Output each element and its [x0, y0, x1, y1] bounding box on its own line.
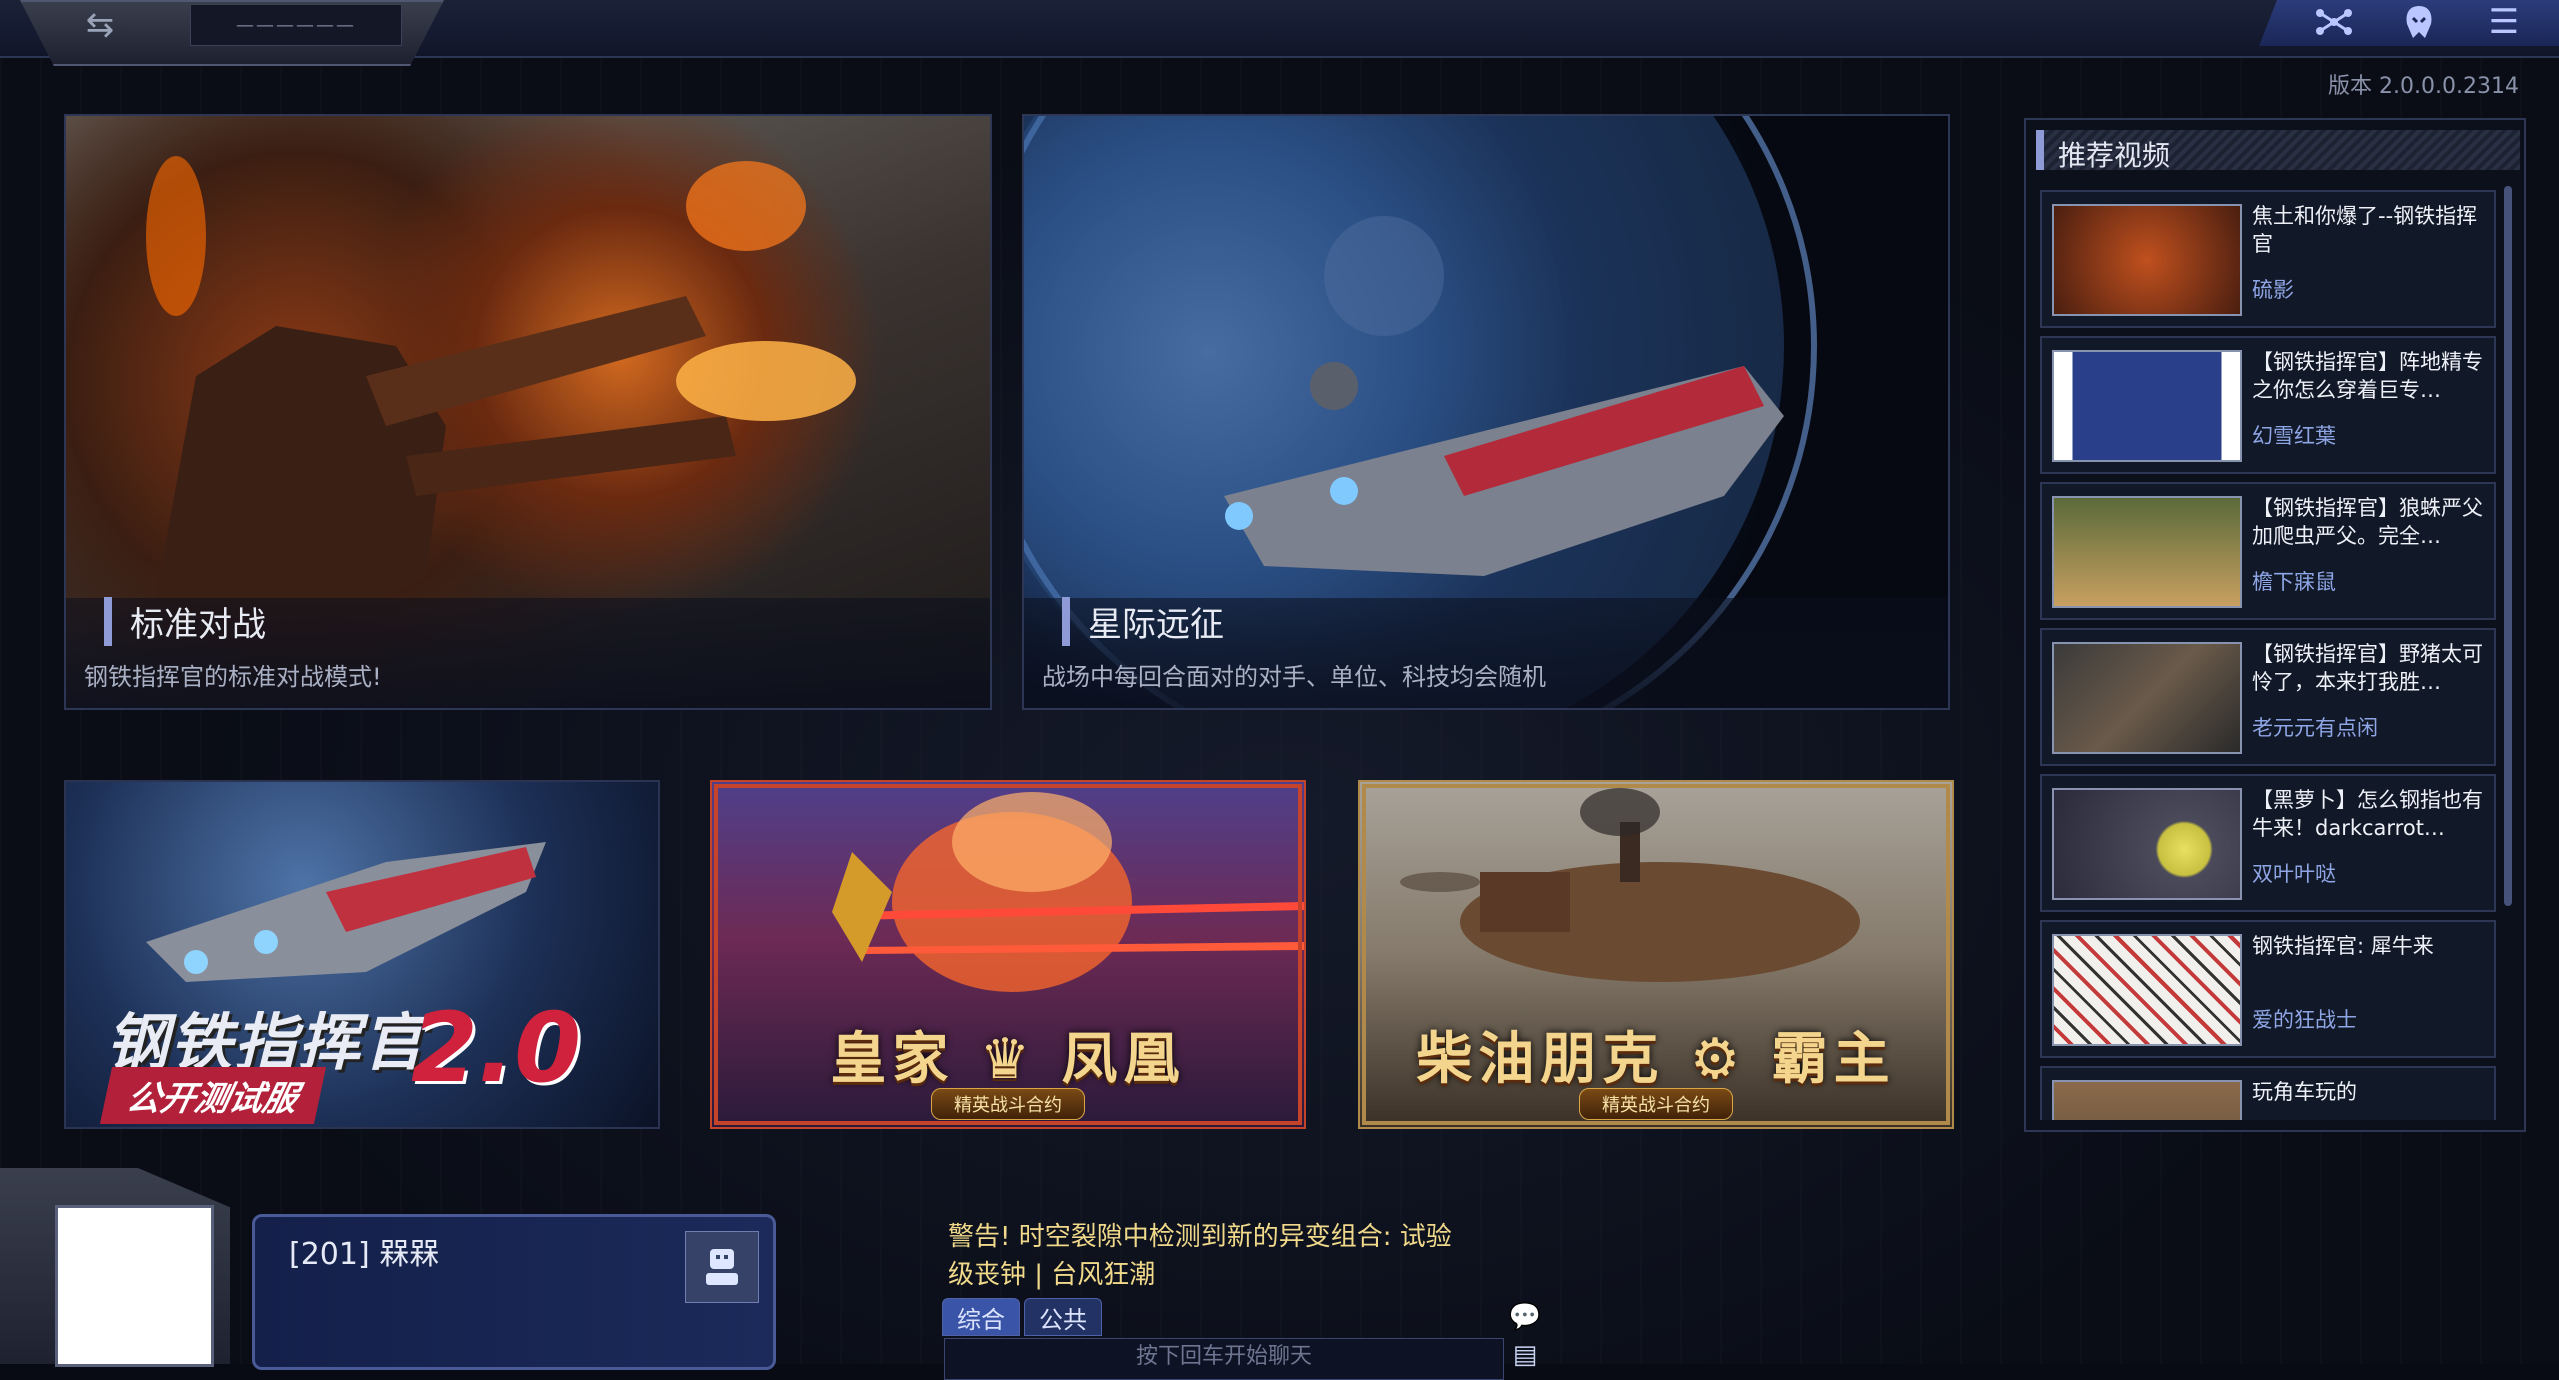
video-title: 【黑萝卜】怎么钢指也有牛来！darkcarrot…: [2252, 788, 2483, 840]
mode-description: 钢铁指挥官的标准对战模式!: [84, 663, 382, 691]
mode-title: 星际远征: [1062, 597, 1224, 646]
mode-description: 战场中每回合面对的对手、单位、科技均会随机: [1042, 663, 1546, 691]
recommended-videos-panel: 推荐视频 焦土和你爆了--钢铁指挥官 硫影 【钢铁指挥官】阵地精专之你怎么穿着巨…: [2024, 118, 2526, 1132]
panel-header: 推荐视频: [2036, 130, 2520, 172]
version-label: 版本 2.0.0.0.2314: [2328, 74, 2519, 99]
video-item[interactable]: 玩角车玩的: [2040, 1066, 2496, 1120]
video-author: 老元元有点闲: [2252, 716, 2378, 740]
video-author: 爱的狂战士: [2252, 1008, 2357, 1032]
banner-subtitle: 公开测试服: [99, 1067, 327, 1124]
chat-history-icon[interactable]: ▤: [1508, 1338, 1542, 1372]
video-author: 双叶叶哒: [2252, 862, 2336, 886]
video-item[interactable]: 【钢铁指挥官】野猪太可怜了，本来打我胜… 老元元有点闲: [2040, 628, 2496, 766]
video-title: 【钢铁指挥官】野猪太可怜了，本来打我胜…: [2252, 642, 2483, 694]
mode-card-standard[interactable]: 标准对战 钢铁指挥官的标准对战模式!: [64, 114, 992, 710]
video-title: 【钢铁指挥官】阵地精专之你怎么穿着巨专…: [2252, 350, 2483, 402]
video-item[interactable]: 【黑萝卜】怎么钢指也有牛来！darkcarrot… 双叶叶哒: [2040, 774, 2496, 912]
video-list-scrollbar[interactable]: [2504, 186, 2512, 906]
tab-public[interactable]: 公共: [1024, 1298, 1102, 1336]
mode-title: 标准对战: [104, 597, 266, 646]
video-thumbnail: [2052, 642, 2242, 754]
avatar[interactable]: [55, 1205, 214, 1367]
mode-card-expedition[interactable]: 星际远征 战场中每回合面对的对手、单位、科技均会随机: [1022, 114, 1950, 710]
alien-icon[interactable]: [2384, 2, 2454, 42]
chat-input[interactable]: 按下回车开始聊天: [944, 1338, 1504, 1380]
menu-icon[interactable]: ☰: [2469, 2, 2539, 42]
banner-title: 柴油朋克 ⚙ 霸主: [1416, 1027, 1896, 1092]
scrollbar-thumb[interactable]: [2504, 186, 2512, 906]
spaceship-art: [146, 842, 546, 982]
video-thumbnail: [2052, 788, 2242, 900]
video-list[interactable]: 焦土和你爆了--钢铁指挥官 硫影 【钢铁指挥官】阵地精专之你怎么穿着巨专… 幻雪…: [2040, 190, 2498, 1120]
banner-dieselpunk-overlord[interactable]: 柴油朋克 ⚙ 霸主 精英战斗合约: [1358, 780, 1954, 1129]
banner-title: 皇家 ♛ 凤凰: [830, 1027, 1186, 1092]
video-item[interactable]: 钢铁指挥官: 犀牛来 爱的狂战士: [2040, 920, 2496, 1058]
banner-subtitle: 精英战斗合约: [1579, 1088, 1733, 1120]
network-icon[interactable]: [2299, 2, 2369, 42]
video-thumbnail: [2052, 496, 2242, 608]
swap-icon[interactable]: ⇆: [45, 4, 155, 46]
video-author: 硫影: [2252, 278, 2294, 302]
system-warning: 警告! 时空裂隙中检测到新的异变组合: 试验级丧钟 | 台风狂潮: [948, 1222, 1452, 1290]
video-author: 幻雪红葉: [2252, 424, 2336, 448]
video-item[interactable]: 焦土和你爆了--钢铁指挥官 硫影: [2040, 190, 2496, 328]
player-name: [201] 槑槑: [289, 1237, 440, 1272]
banner-public-test[interactable]: 钢铁指挥官 公开测试服 2.0: [64, 780, 660, 1129]
video-thumbnail: [2052, 350, 2242, 462]
video-item[interactable]: 【钢铁指挥官】阵地精专之你怎么穿着巨专… 幻雪红葉: [2040, 336, 2496, 474]
chat-settings-icon[interactable]: 💬: [1508, 1300, 1542, 1334]
player-panel[interactable]: [201] 槑槑: [252, 1214, 776, 1370]
video-thumbnail: [2052, 934, 2242, 1046]
video-title: 玩角车玩的: [2252, 1080, 2357, 1104]
banner-royal-phoenix[interactable]: 皇家 ♛ 凤凰 精英战斗合约: [710, 780, 1306, 1129]
video-thumbnail: [2052, 204, 2242, 316]
robot-icon[interactable]: [685, 1231, 759, 1303]
video-title: 钢铁指挥官: 犀牛来: [2252, 934, 2434, 958]
video-item[interactable]: 【钢铁指挥官】狼蛛严父加爬虫严父。完全… 檐下寐鼠: [2040, 482, 2496, 620]
video-title: 【钢铁指挥官】狼蛛严父加爬虫严父。完全…: [2252, 496, 2483, 548]
chat-tabs: 综合 公共: [942, 1298, 1102, 1336]
player-name-display[interactable]: ——————: [190, 4, 402, 46]
banner-version: 2.0: [411, 992, 582, 1104]
video-title: 焦土和你爆了--钢铁指挥官: [2252, 204, 2478, 256]
video-author: 檐下寐鼠: [2252, 570, 2336, 594]
video-thumbnail: [2052, 1080, 2242, 1120]
tab-general[interactable]: 综合: [942, 1298, 1020, 1336]
panel-title: 推荐视频: [2058, 139, 2171, 172]
banner-subtitle: 精英战斗合约: [931, 1088, 1085, 1120]
